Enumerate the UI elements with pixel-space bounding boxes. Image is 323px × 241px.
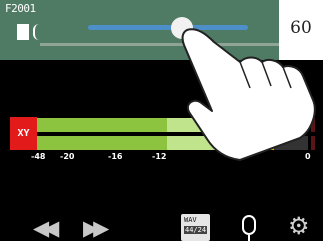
hand-pointer-icon — [181, 28, 316, 161]
